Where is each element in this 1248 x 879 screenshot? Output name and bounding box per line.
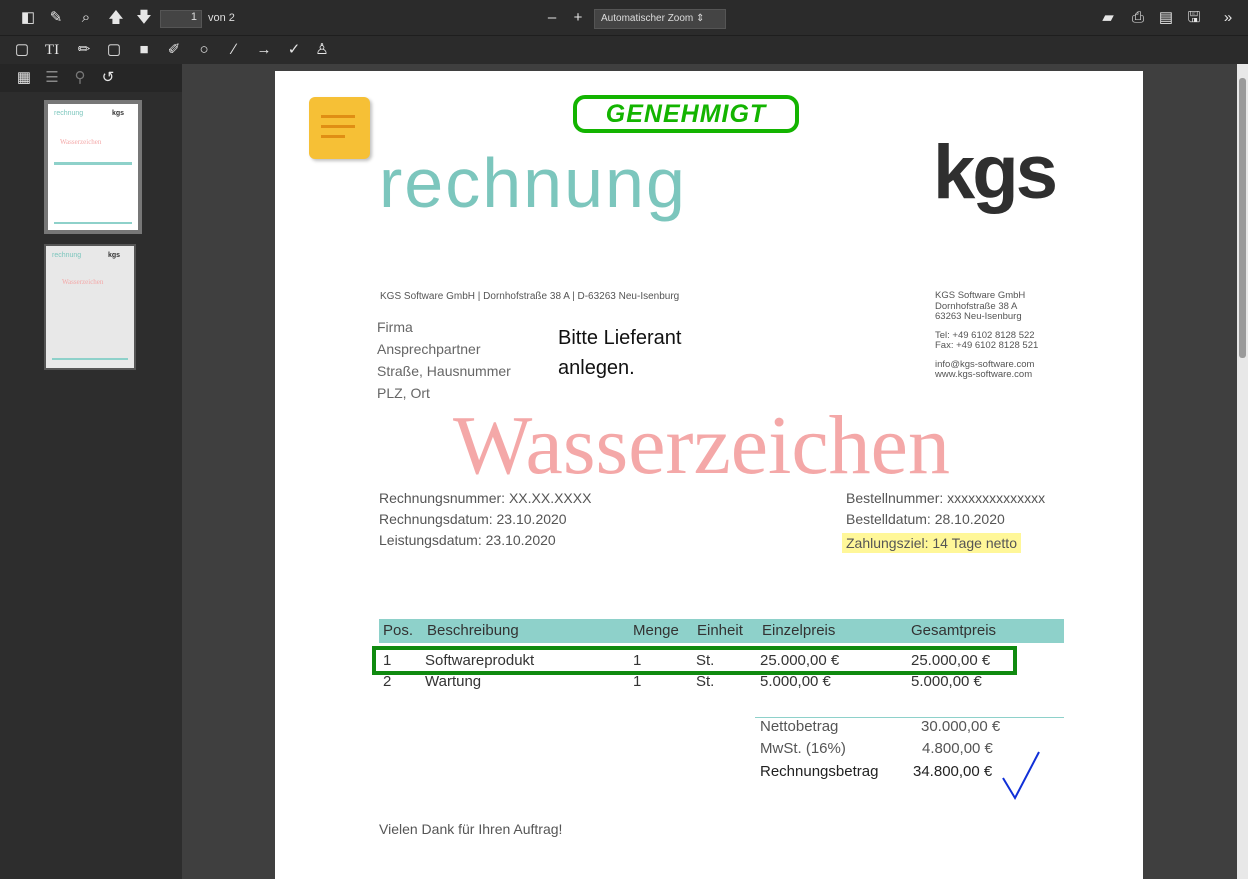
table-cell: 2 bbox=[383, 673, 392, 690]
highlighter-icon[interactable]: ✐ bbox=[164, 40, 184, 60]
checkmark-annotation[interactable] bbox=[993, 748, 1053, 808]
sender-line: Fax: +49 6102 8128 521 bbox=[935, 340, 1039, 351]
column-header: Beschreibung bbox=[427, 622, 519, 639]
column-header: Einzelpreis bbox=[762, 622, 836, 639]
invoice-number: Rechnungsnummer: XX.XX.XXXX bbox=[379, 490, 592, 506]
thumbnail-table-header bbox=[54, 162, 132, 165]
column-header: Pos. bbox=[383, 622, 414, 639]
arrow-icon[interactable]: → bbox=[254, 40, 274, 60]
ellipse-icon[interactable]: ○ bbox=[194, 40, 214, 60]
text-icon[interactable]: TI bbox=[42, 40, 62, 60]
thumbnail-title: rechnung bbox=[54, 110, 84, 117]
thumbnail-footer bbox=[52, 358, 128, 360]
attachments-icon[interactable]: ⚲ bbox=[70, 68, 90, 88]
note-icon[interactable]: ▢ bbox=[12, 40, 32, 60]
open-file-icon[interactable]: ▤ bbox=[1156, 8, 1176, 28]
note-line: anlegen. bbox=[558, 357, 635, 379]
thumbnails-icon[interactable]: ▦ bbox=[14, 68, 34, 88]
page-count: von 2 bbox=[208, 12, 235, 24]
sender-line: 63263 Neu-Isenburg bbox=[935, 311, 1022, 322]
watermark-text: Wasserzeichen bbox=[453, 399, 950, 492]
table-cell: 5.000,00 € bbox=[760, 673, 831, 690]
rectangle-annotation[interactable] bbox=[372, 646, 1017, 675]
scrollbar-thumb[interactable] bbox=[1239, 78, 1246, 358]
outline-icon[interactable]: ☰ bbox=[42, 68, 62, 88]
column-header: Gesamtpreis bbox=[911, 622, 997, 639]
order-number: Bestellnummer: xxxxxxxxxxxxxx bbox=[846, 490, 1046, 506]
order-date: Bestelldatum: 28.10.2020 bbox=[846, 511, 1005, 527]
thank-you-text: Vielen Dank für Ihren Auftrag! bbox=[379, 821, 563, 837]
stamp-icon[interactable]: ♙ bbox=[312, 40, 332, 60]
next-page-icon[interactable]: 🡇 bbox=[134, 8, 154, 28]
invoice-date: Rechnungsdatum: 23.10.2020 bbox=[379, 511, 567, 527]
service-date: Leistungsdatum: 23.10.2020 bbox=[379, 532, 556, 548]
vat-value: 4.800,00 € bbox=[922, 740, 993, 757]
thumbnail-watermark: Wasserzeichen bbox=[62, 278, 104, 286]
net-amount-value: 30.000,00 € bbox=[921, 718, 1001, 735]
history-icon[interactable]: ↺ bbox=[98, 68, 118, 88]
vat-label: MwSt. (16%) bbox=[760, 740, 846, 757]
search-icon[interactable]: ⌕ bbox=[76, 8, 96, 28]
thumbnail-footer bbox=[54, 222, 132, 224]
approved-stamp[interactable]: GENEHMIGT bbox=[573, 95, 799, 133]
table-cell: 5.000,00 € bbox=[911, 673, 982, 690]
invoice-total-label: Rechnungsbetrag bbox=[760, 763, 879, 780]
filled-rectangle-icon[interactable]: ■ bbox=[134, 40, 154, 60]
thumbnail-title: rechnung bbox=[52, 252, 82, 259]
sticky-note-icon[interactable] bbox=[309, 97, 370, 159]
column-header: Menge bbox=[633, 622, 679, 639]
pencil-icon[interactable]: ✏ bbox=[74, 40, 94, 60]
thumbnail-watermark: Wasserzeichen bbox=[60, 138, 102, 146]
page-number-input[interactable]: 1 bbox=[160, 10, 202, 28]
recipient-contact: Ansprechpartner bbox=[377, 341, 481, 357]
company-logo: kgs bbox=[933, 130, 1058, 215]
zoom-in-button[interactable]: + bbox=[568, 8, 588, 28]
rectangle-icon[interactable]: ▢ bbox=[104, 40, 124, 60]
save-icon[interactable]: 🖫 bbox=[1184, 8, 1204, 28]
sender-line: KGS Software GmbH bbox=[935, 290, 1026, 301]
tools-icon[interactable]: » bbox=[1218, 8, 1238, 28]
net-amount-label: Nettobetrag bbox=[760, 718, 839, 735]
table-cell: Wartung bbox=[425, 673, 482, 690]
zoom-select[interactable]: Automatischer Zoom ⇕ bbox=[594, 9, 726, 29]
presentation-icon[interactable]: ▰ bbox=[1098, 8, 1118, 28]
page-thumbnail-2[interactable]: rechnung kgs Wasserzeichen bbox=[44, 244, 136, 370]
thumbnail-logo: kgs bbox=[108, 252, 121, 259]
print-icon[interactable]: ⎙ bbox=[1128, 8, 1148, 28]
table-cell: 1 bbox=[633, 673, 642, 690]
sender-block: KGS Software GmbH Dornhofstraße 38 A 632… bbox=[935, 290, 1039, 381]
sender-line: www.kgs-software.com bbox=[935, 369, 1033, 380]
note-line: Bitte Lieferant bbox=[558, 327, 682, 349]
thumbnail-logo: kgs bbox=[112, 110, 125, 117]
previous-page-icon[interactable]: 🡅 bbox=[106, 8, 126, 28]
recipient-street: Straße, Hausnummer bbox=[377, 363, 511, 379]
document-title: rechnung bbox=[379, 144, 687, 222]
line-icon[interactable]: ∕ bbox=[224, 40, 244, 60]
check-icon[interactable]: ✓ bbox=[284, 40, 304, 60]
invoice-meta-right: Bestellnummer: xxxxxxxxxxxxxx Bestelldat… bbox=[842, 488, 1046, 554]
page-thumbnail-1[interactable]: rechnung kgs Wasserzeichen bbox=[44, 100, 142, 234]
edit-icon[interactable]: ✎ bbox=[46, 8, 66, 28]
sidebar-tabs: ▦ ☰ ⚲ ↺ bbox=[0, 64, 182, 92]
annotation-toolbar: ▢ TI ✏ ▢ ■ ✐ ○ ∕ → ✓ ♙ bbox=[0, 36, 1248, 64]
invoice-meta-left: Rechnungsnummer: XX.XX.XXXX Rechnungsdat… bbox=[379, 488, 591, 551]
column-header: Einheit bbox=[697, 622, 743, 639]
invoice-total-value: 34.800,00 € bbox=[913, 763, 993, 780]
recipient-company: Firma bbox=[377, 319, 413, 335]
payment-terms-highlight[interactable]: Zahlungsziel: 14 Tage netto bbox=[842, 533, 1021, 553]
recipient-block: Firma Ansprechpartner Straße, Hausnummer… bbox=[377, 316, 511, 404]
main-toolbar: ◧ ✎ ⌕ 🡅 🡇 1 von 2 – + Automatischer Zoom… bbox=[0, 0, 1248, 36]
zoom-out-button[interactable]: – bbox=[542, 8, 562, 28]
vertical-scrollbar[interactable] bbox=[1237, 64, 1248, 879]
sender-address-line: KGS Software GmbH | Dornhofstraße 38 A |… bbox=[380, 291, 680, 302]
pdf-page: GENEHMIGT rechnung kgs KGS Software GmbH… bbox=[275, 71, 1143, 879]
table-cell: St. bbox=[696, 673, 715, 690]
sidebar-toggle-icon[interactable]: ◧ bbox=[18, 8, 38, 28]
text-annotation[interactable]: Bitte Lieferant anlegen. bbox=[558, 323, 681, 383]
